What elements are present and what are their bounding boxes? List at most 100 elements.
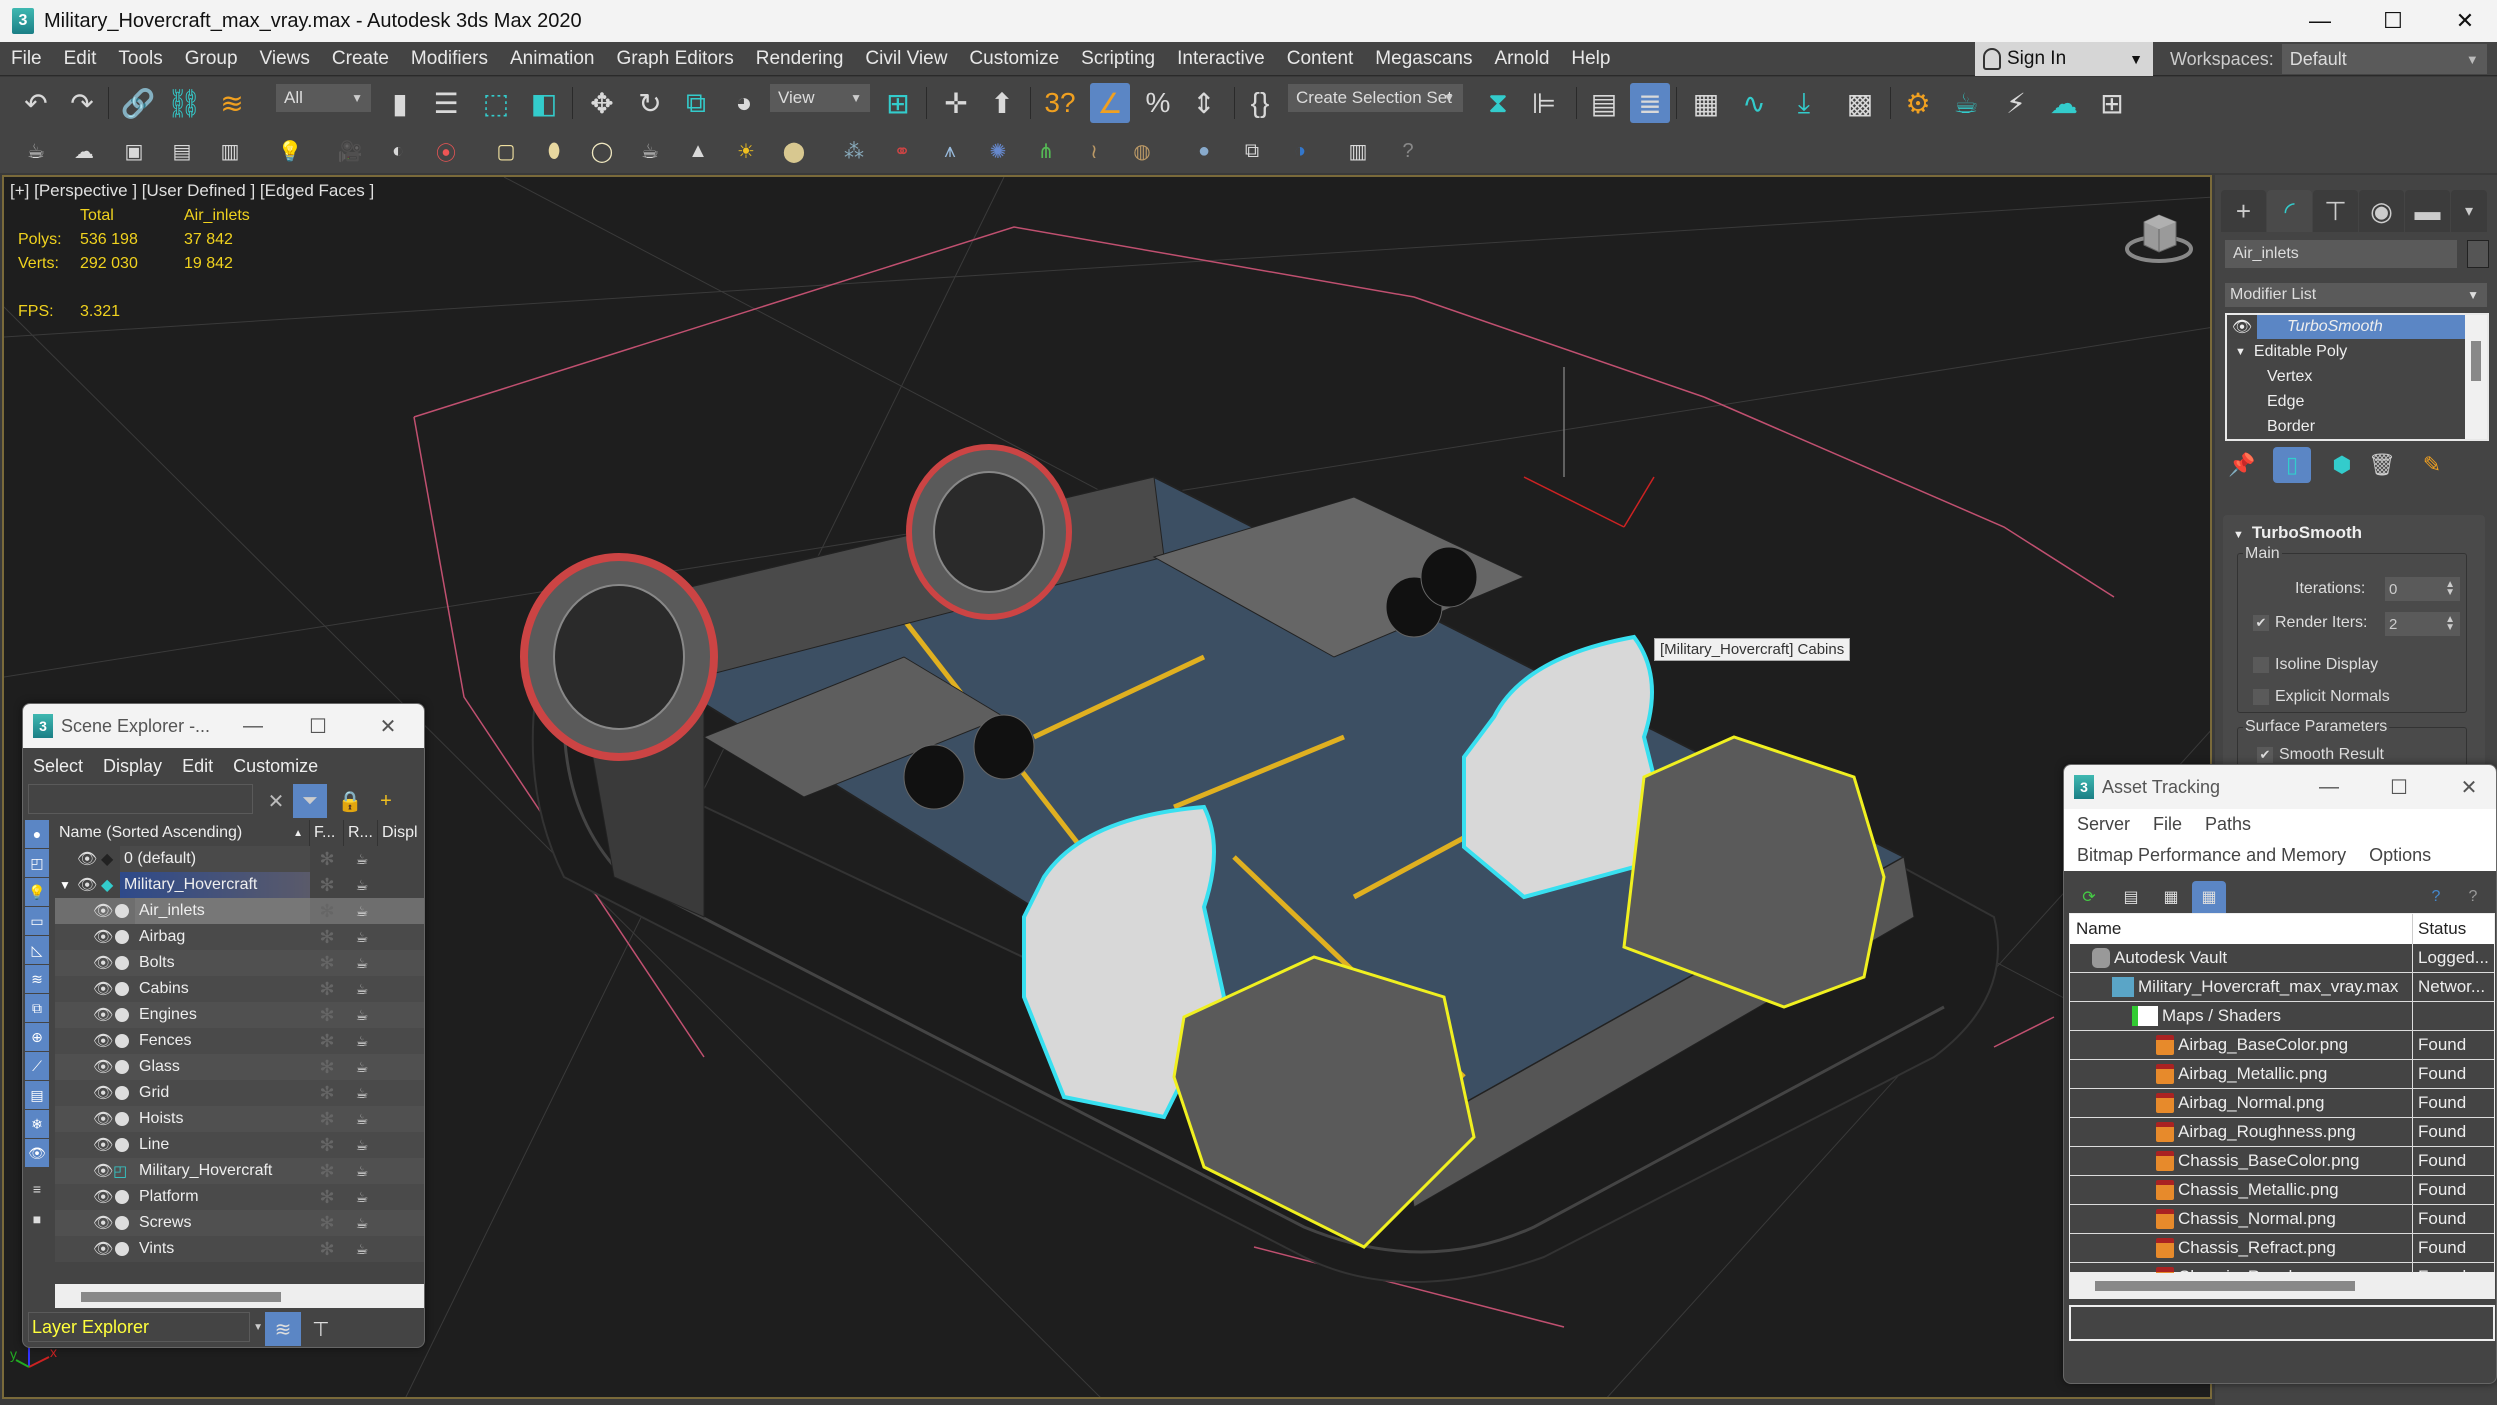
material-browser-icon[interactable]: ⧉	[1236, 135, 1268, 167]
asset-tracking-titlebar[interactable]: 3 Asset Tracking — ☐ ✕	[2064, 765, 2496, 809]
menu-group[interactable]: Group	[174, 42, 249, 76]
visibility-eye-icon[interactable]: 👁	[93, 1236, 113, 1262]
material-editor-icon[interactable]: ▩	[1840, 85, 1880, 121]
make-unique-icon[interactable]: ⬢	[2323, 447, 2361, 483]
display-none-icon[interactable]: ■	[25, 1205, 49, 1233]
column-status[interactable]: Status	[2418, 919, 2466, 939]
expand-triangle-icon[interactable]: ▼	[59, 872, 71, 898]
select-by-name-icon[interactable]: ☰	[426, 85, 466, 121]
edit-named-sets-icon[interactable]: {}	[1240, 85, 1280, 121]
select-object-icon[interactable]: ▮	[380, 85, 420, 121]
utilities-tab[interactable]: ▾	[2451, 190, 2487, 232]
iterations-spinner[interactable]: 0 ▲ ▼	[2385, 577, 2460, 601]
show-end-result-icon[interactable]: ▯	[2273, 447, 2311, 483]
freeze-icon[interactable]: ✻	[310, 872, 344, 898]
scrollbar-thumb[interactable]	[2095, 1281, 2355, 1291]
filter-cameras-icon[interactable]: ▭	[25, 907, 49, 935]
column-display[interactable]: Displ	[378, 820, 424, 846]
teapot-wire-icon[interactable]: ☕	[634, 135, 666, 167]
modifier-list-dropdown[interactable]: Modifier List ▼	[2225, 283, 2487, 307]
viewport-label[interactable]: [+] [Perspective ] [User Defined ] [Edge…	[10, 181, 374, 201]
menu-tools[interactable]: Tools	[107, 42, 173, 76]
stack-item-vertex[interactable]: Vertex	[2227, 365, 2312, 389]
visibility-eye-icon[interactable]: 👁	[93, 1028, 113, 1054]
refresh-icon[interactable]: ⟳	[2072, 881, 2106, 913]
object-row[interactable]: 👁 Airbag ✻ ☕	[55, 924, 424, 950]
menu-modifiers[interactable]: Modifiers	[400, 42, 499, 76]
menu-arnold[interactable]: Arnold	[1483, 42, 1560, 76]
render-teapot-icon[interactable]: ☕	[345, 950, 379, 976]
move-icon[interactable]: ✥	[582, 85, 622, 121]
keyboard-override-icon[interactable]: ⬆	[982, 85, 1022, 121]
at-menu-server[interactable]: Server	[2064, 814, 2140, 835]
render-iters-spinner[interactable]: 2 ▲ ▼	[2385, 612, 2460, 636]
render-window-icon[interactable]: ▣	[118, 135, 150, 167]
at-menu-bitmap-performance[interactable]: Bitmap Performance and Memory	[2064, 845, 2356, 866]
pivot-icon[interactable]: ⊞	[878, 85, 918, 121]
sign-in-button[interactable]: Sign In ▼	[1975, 42, 2153, 76]
object-row[interactable]: 👁 Platform ✻ ☕	[55, 1184, 424, 1210]
menu-help[interactable]: Help	[1560, 42, 1621, 76]
render-teapot-icon[interactable]: ☕	[345, 1002, 379, 1028]
freeze-icon[interactable]: ✻	[310, 924, 344, 950]
column-name[interactable]: Name (Sorted Ascending) ▲	[55, 820, 310, 846]
grass-icon[interactable]: ⋔	[1030, 135, 1062, 167]
asset-row[interactable]: Military_Hovercraft_max_vray.max Networ..…	[2070, 973, 2494, 1002]
filter-geometry-icon[interactable]: ●	[25, 820, 49, 848]
visibility-eye-icon[interactable]: 👁	[93, 924, 113, 950]
column-renderable[interactable]: R...	[344, 820, 378, 846]
material-preview-icon[interactable]: ◑	[1284, 135, 1316, 167]
rect-selection-icon[interactable]: ⬚	[476, 85, 516, 121]
render-teapot-icon[interactable]: ☕	[345, 1106, 379, 1132]
filter-bones-icon[interactable]: ⟋	[25, 1052, 49, 1080]
selection-filter-dropdown[interactable]: All ▼	[276, 84, 371, 112]
sphere-light-icon[interactable]: ◯	[586, 135, 618, 167]
menu-rendering[interactable]: Rendering	[745, 42, 855, 76]
menu-file[interactable]: File	[0, 42, 53, 76]
cloud-icon[interactable]: ☁	[68, 135, 100, 167]
se-menu-customize[interactable]: Customize	[223, 756, 328, 777]
menu-scripting[interactable]: Scripting	[1070, 42, 1166, 76]
help-icon[interactable]: ?	[2419, 881, 2453, 913]
dope-sheet-icon[interactable]: ⤓	[1784, 85, 1824, 121]
display-tab[interactable]: ▬	[2405, 190, 2450, 232]
visibility-eye-icon[interactable]: 👁	[77, 846, 97, 872]
viewcube-icon[interactable]	[2124, 207, 2194, 267]
column-frozen[interactable]: F...	[310, 820, 344, 846]
asset-row[interactable]: Chassis_Normal.png Found	[2070, 1205, 2494, 1234]
object-row[interactable]: 👁 Air_inlets ✻ ☕	[55, 898, 424, 924]
displacement-icon[interactable]: ◍	[1126, 135, 1158, 167]
render-teapot-icon[interactable]: ☕	[345, 898, 379, 924]
freeze-icon[interactable]: ✻	[310, 1132, 344, 1158]
dome-icon[interactable]: ⬮	[538, 135, 570, 167]
filter-spacewarps-icon[interactable]: ≋	[25, 965, 49, 993]
reference-coord-dropdown[interactable]: View ▼	[770, 84, 870, 112]
eye-icon[interactable]: 👁	[2227, 315, 2257, 339]
menu-civil-view[interactable]: Civil View	[854, 42, 958, 76]
close-button[interactable]: ✕	[2444, 765, 2494, 809]
spinner-snap-icon[interactable]: ⇕	[1184, 85, 1224, 121]
help-icon[interactable]: ?	[1392, 135, 1424, 167]
align-icon[interactable]: ⊫	[1524, 85, 1564, 121]
asset-row[interactable]: Airbag_Normal.png Found	[2070, 1089, 2494, 1118]
isoline-display-checkbox[interactable]	[2253, 657, 2269, 673]
object-row[interactable]: 👁 Cabins ✻ ☕	[55, 976, 424, 1002]
object-row[interactable]: 👁 Hoists ✻ ☕	[55, 1106, 424, 1132]
undo-icon[interactable]: ↶	[16, 85, 56, 121]
fur-icon[interactable]: ≀	[1078, 135, 1110, 167]
object-row[interactable]: 👁 Bolts ✻ ☕	[55, 950, 424, 976]
object-row[interactable]: 👁 Glass ✻ ☕	[55, 1054, 424, 1080]
sort-by-hierarchy-icon[interactable]: ⊤	[303, 1312, 339, 1346]
stack-item-editable-poly[interactable]: ▼ Editable Poly	[2227, 340, 2347, 364]
menu-graph-editors[interactable]: Graph Editors	[606, 42, 745, 76]
filter-helpers-icon[interactable]: ◺	[25, 936, 49, 964]
filter-containers-icon[interactable]: ▤	[25, 1081, 49, 1109]
thumbnail-view-icon[interactable]: ▦	[2154, 881, 2188, 913]
render-production-icon[interactable]: ⚡	[1996, 85, 2036, 121]
filter-groups-icon[interactable]: ⧉	[25, 994, 49, 1022]
tower-icon[interactable]: ⩚	[934, 135, 966, 167]
maximize-button[interactable]: ☐	[293, 704, 343, 748]
list-icon[interactable]: ▤	[166, 135, 198, 167]
se-menu-select[interactable]: Select	[23, 756, 93, 777]
render-teapot-icon[interactable]: ☕	[345, 1210, 379, 1236]
